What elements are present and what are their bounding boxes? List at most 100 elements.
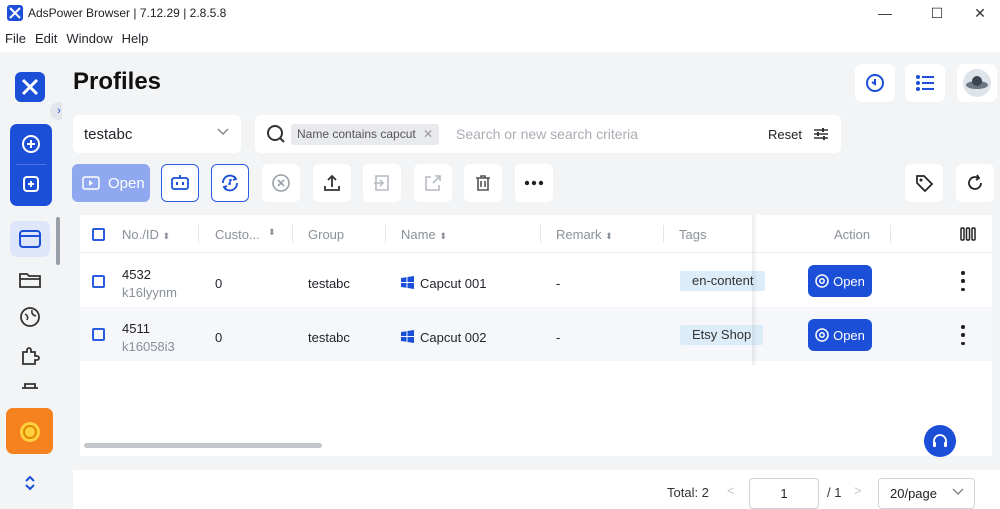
batch-import-icon[interactable]	[21, 174, 41, 194]
divider	[16, 164, 46, 165]
select-all-checkbox[interactable]	[92, 228, 105, 241]
sync-profiles-button[interactable]	[211, 164, 249, 202]
page-number-input[interactable]: 1	[749, 478, 819, 509]
sync-icon[interactable]	[855, 64, 895, 102]
prev-page-button[interactable]: <	[727, 483, 735, 498]
profile-no: 4511	[122, 321, 150, 336]
profile-custom: 0	[215, 276, 223, 291]
nav-profiles-icon[interactable]	[10, 221, 50, 257]
column-header-name[interactable]: Name ⬍	[401, 227, 447, 242]
row-more-icon[interactable]	[960, 325, 966, 345]
row-open-label: Open	[833, 273, 865, 289]
close-button[interactable]: ✕	[957, 0, 1000, 26]
open-browser-label: Open	[108, 174, 145, 192]
chip-close-icon[interactable]: ✕	[423, 127, 433, 141]
row-open-button[interactable]: Open	[808, 319, 872, 351]
group-select[interactable]: testabc	[73, 115, 241, 153]
list-view-icon[interactable]	[905, 64, 945, 102]
column-header-no-id[interactable]: No./ID ⬍	[122, 227, 170, 242]
open-browser-button[interactable]: Open	[72, 164, 150, 202]
chrome-browser-icon	[815, 274, 829, 288]
frozen-column-shadow	[752, 215, 758, 365]
sort-icon: ⬍	[439, 231, 447, 241]
maximize-button[interactable]: ☐	[914, 0, 960, 26]
move-to-icon	[374, 175, 389, 191]
table-row[interactable]: 4511 k16058i3 0 testabc Capcut 002 - Ets…	[80, 307, 992, 361]
tag-button[interactable]	[905, 164, 943, 202]
delete-button[interactable]	[464, 164, 502, 202]
column-header-custom[interactable]: Custo...	[215, 227, 260, 242]
row-more-icon[interactable]	[960, 271, 966, 291]
search-bar[interactable]: Name contains capcut ✕ Search or new sea…	[255, 115, 841, 153]
search-filter-chip[interactable]: Name contains capcut ✕	[291, 124, 440, 145]
search-filter-chip-label: Name contains capcut	[297, 127, 416, 141]
refresh-button[interactable]	[956, 164, 994, 202]
group-select-value: testabc	[84, 125, 133, 143]
chrome-browser-icon	[815, 328, 829, 342]
x-circle-icon	[272, 174, 290, 192]
nav-groups-folder-icon[interactable]	[10, 262, 50, 298]
search-input[interactable]: Search or new search criteria	[456, 126, 638, 142]
column-header-remark[interactable]: Remark ⬍	[556, 227, 613, 242]
reset-button[interactable]: Reset	[768, 127, 802, 142]
minimize-button[interactable]: —	[862, 0, 908, 26]
sort-icon[interactable]: ⬍	[268, 227, 276, 238]
windows-icon	[401, 330, 414, 346]
column-label: Name	[401, 227, 436, 242]
menu-file[interactable]: File	[5, 29, 26, 51]
nav-more-icon[interactable]	[10, 378, 50, 394]
menu-help[interactable]: Help	[122, 29, 149, 51]
profile-remark: -	[556, 330, 561, 345]
filter-settings-icon[interactable]	[813, 126, 829, 147]
menu-bar: File Edit Window Help	[0, 29, 1000, 51]
menu-edit[interactable]: Edit	[35, 29, 57, 51]
share-button[interactable]	[414, 164, 452, 202]
column-header-action: Action	[834, 227, 871, 242]
column-divider	[540, 225, 541, 243]
upload-button[interactable]	[313, 164, 351, 202]
nav-scrollbar[interactable]	[56, 217, 60, 265]
tag-icon	[916, 175, 934, 193]
more-horizontal-icon	[524, 180, 544, 186]
page-total: / 1	[827, 485, 842, 500]
nav-extensions-puzzle-icon[interactable]	[10, 338, 50, 374]
search-icon	[266, 124, 286, 149]
column-divider	[663, 225, 664, 243]
rpa-robot-button[interactable]	[161, 164, 199, 202]
next-page-button[interactable]: >	[854, 483, 862, 498]
page-title: Profiles	[73, 68, 162, 95]
nav-proxy-globe-icon[interactable]	[10, 299, 50, 335]
profile-name: Capcut 002	[420, 330, 487, 345]
column-label: No./ID	[122, 227, 159, 242]
profile-id: k16058i3	[122, 339, 175, 354]
share-icon	[425, 175, 441, 191]
adspower-logo-icon	[7, 5, 23, 21]
horizontal-scrollbar[interactable]	[84, 443, 322, 448]
column-settings-icon[interactable]	[960, 227, 976, 244]
chevron-up-down-icon[interactable]	[9, 462, 51, 504]
support-headset-icon[interactable]	[924, 425, 956, 457]
user-avatar[interactable]	[957, 64, 997, 102]
billing-coin-icon[interactable]	[6, 408, 53, 454]
pagination-bar: Total: 2 < 1 / 1 > 20/page	[73, 470, 1000, 509]
close-browser-button[interactable]	[262, 164, 300, 202]
page-size-select[interactable]: 20/page	[878, 478, 975, 509]
sort-icon: ⬍	[605, 231, 613, 241]
profile-group: testabc	[308, 276, 350, 291]
profile-custom: 0	[215, 330, 223, 345]
column-label: Custo...	[215, 227, 260, 242]
new-profile-icon[interactable]	[21, 134, 41, 154]
row-open-button[interactable]: Open	[808, 265, 872, 297]
robot-icon	[171, 175, 189, 190]
column-divider	[292, 225, 293, 243]
more-actions-button[interactable]	[515, 164, 553, 202]
menu-window[interactable]: Window	[66, 29, 112, 51]
row-checkbox[interactable]	[92, 328, 105, 341]
row-checkbox[interactable]	[92, 275, 105, 288]
profiles-table: No./ID ⬍ Custo... ⬍ Group Name ⬍ Remark …	[80, 215, 992, 456]
profile-remark: -	[556, 276, 561, 291]
table-row[interactable]: 4532 k16lyynm 0 testabc Capcut 001 - en-…	[80, 253, 992, 307]
move-group-button[interactable]	[363, 164, 401, 202]
profile-name: Capcut 001	[420, 276, 487, 291]
app-logo-icon[interactable]	[15, 72, 45, 102]
